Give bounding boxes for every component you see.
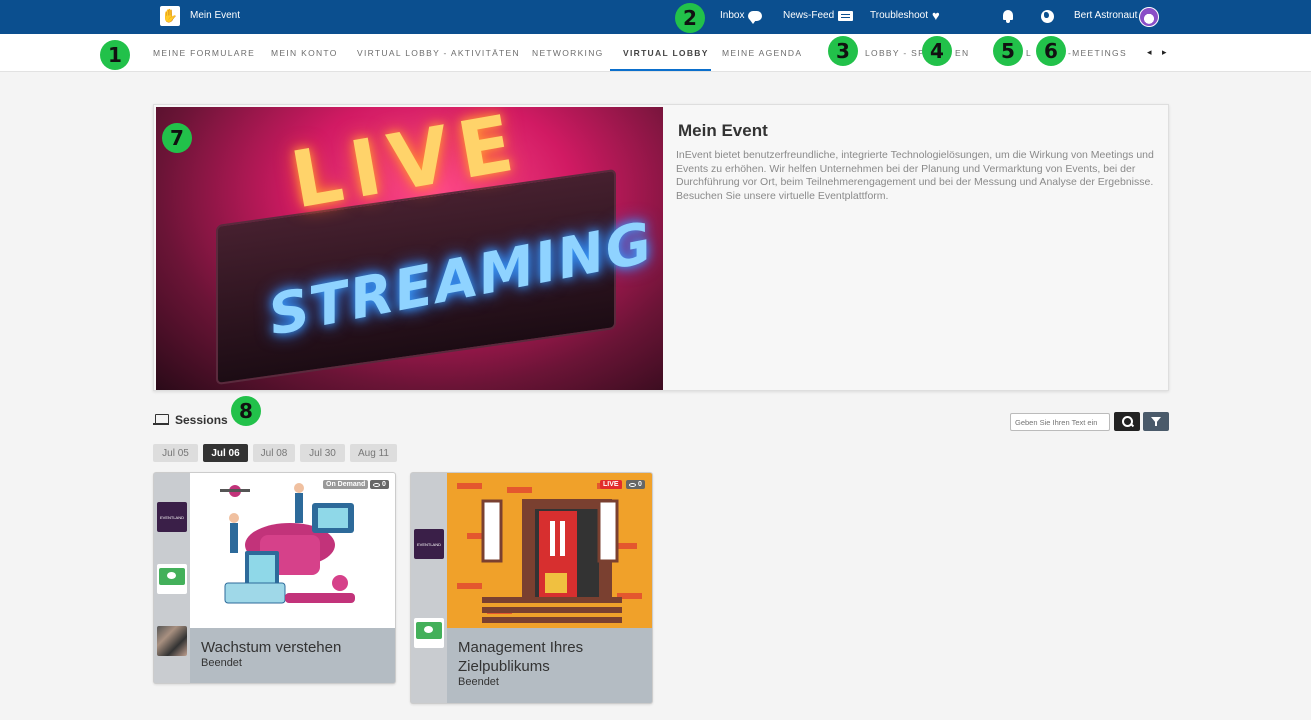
hero-title: Mein Event: [678, 121, 768, 140]
nav-item-virtual-lobby[interactable]: VIRTUAL LOBBY: [623, 48, 709, 58]
troubleshoot-label: Troubleshoot: [870, 10, 928, 21]
sessions-heading: Sessions: [153, 413, 228, 427]
card-sidebar: EVENTLAND: [154, 473, 190, 683]
view-count-badge: 0: [626, 480, 645, 489]
main-nav: MEINE FORMULARE MEIN KONTO VIRTUAL LOBBY…: [0, 34, 1311, 72]
nav-item-l[interactable]: L: [1026, 48, 1032, 58]
inbox-label: Inbox: [720, 10, 745, 21]
bell-icon[interactable]: [1002, 9, 1014, 23]
avatar[interactable]: [1139, 7, 1159, 27]
callout-badge-6: 6: [1036, 36, 1066, 66]
nav-item-en[interactable]: EN: [955, 48, 969, 58]
nav-item-lobby-sp[interactable]: LOBBY - SP: [865, 48, 925, 58]
date-pill-jul-08[interactable]: Jul 08: [253, 444, 295, 462]
callout-badge-2: 2: [675, 3, 705, 33]
card-info: Wachstum verstehen Beendet: [190, 628, 395, 683]
inbox-link[interactable]: Inbox: [720, 10, 763, 24]
laptop-icon: [153, 414, 169, 426]
sessions-title: Sessions: [175, 413, 228, 427]
chat-icon[interactable]: [157, 564, 187, 594]
callout-badge-1: 1: [100, 40, 130, 70]
callout-badge-7: 7: [162, 123, 192, 153]
card-sidebar: EVENTLAND: [411, 473, 447, 703]
newspaper-icon: [838, 10, 854, 21]
event-logo-icon[interactable]: ✋: [160, 6, 180, 26]
nav-scroll-arrows[interactable]: ◂ ▸: [1147, 47, 1171, 58]
session-title[interactable]: Management Ihres Zielpublikums: [458, 638, 641, 676]
session-title[interactable]: Wachstum verstehen: [201, 638, 384, 657]
speaker-photo[interactable]: [157, 626, 187, 656]
session-status: Beendet: [458, 676, 499, 688]
callout-badge-8: 8: [231, 396, 261, 426]
session-status: Beendet: [201, 657, 242, 669]
session-card[interactable]: EVENTLAND LIVE 0 Management Ihres Zielpu…: [410, 472, 653, 704]
session-card[interactable]: EVENTLAND On Demand 0 Wachstum verstehen: [153, 472, 396, 684]
nav-item-meine-formulare[interactable]: MEINE FORMULARE: [153, 48, 255, 58]
date-pill-jul-06[interactable]: Jul 06: [203, 444, 248, 462]
view-count: 0: [638, 481, 642, 488]
event-hero-card: LIVE STREAMING Mein Event InEvent bietet…: [153, 104, 1169, 391]
on-demand-tag: On Demand: [323, 480, 369, 489]
session-thumbnail: [447, 473, 652, 628]
card-info: Management Ihres Zielpublikums Beendet: [447, 628, 652, 703]
search-button[interactable]: [1114, 412, 1140, 431]
view-count: 0: [382, 481, 386, 488]
nav-item-networking[interactable]: NETWORKING: [532, 48, 604, 58]
chat-icon[interactable]: [414, 618, 444, 648]
live-streaming-banner-image: LIVE STREAMING: [156, 107, 663, 390]
active-tab-underline: [610, 69, 711, 71]
eye-icon: [373, 482, 380, 487]
event-name[interactable]: Mein Event: [190, 10, 240, 21]
view-count-badge: 0: [370, 480, 389, 489]
heartbeat-icon: ♥: [932, 7, 940, 23]
nav-item-meetings[interactable]: -MEETINGS: [1068, 48, 1127, 58]
top-bar: ✋ Mein Event Inbox News-Feed Troubleshoo…: [0, 0, 1311, 34]
globe-icon[interactable]: [1041, 10, 1054, 23]
chat-bubble-icon: [748, 10, 763, 24]
eye-icon: [629, 482, 636, 487]
hero-description: InEvent bietet benutzerfreundliche, inte…: [676, 149, 1154, 202]
callout-badge-5: 5: [993, 36, 1023, 66]
session-thumbnail: [190, 473, 395, 628]
nav-item-mein-konto[interactable]: MEIN KONTO: [271, 48, 338, 58]
nav-item-meine-agenda[interactable]: MEINE AGENDA: [722, 48, 802, 58]
date-pill-jul-30[interactable]: Jul 30: [300, 444, 345, 462]
live-tag: LIVE: [600, 480, 622, 489]
callout-badge-3: 3: [828, 36, 858, 66]
callout-badge-4: 4: [922, 36, 952, 66]
user-name[interactable]: Bert Astronaut: [1074, 10, 1137, 21]
date-pill-aug-11[interactable]: Aug 11: [350, 444, 397, 462]
newsfeed-link[interactable]: News-Feed: [783, 10, 854, 21]
session-search-input[interactable]: [1010, 413, 1110, 431]
date-filter: Jul 05 Jul 06 Jul 08 Jul 30 Aug 11: [153, 444, 397, 462]
filter-button[interactable]: [1143, 412, 1169, 431]
sponsor-logo-icon[interactable]: EVENTLAND: [414, 529, 444, 559]
nav-item-virtual-lobby-aktivitaeten[interactable]: VIRTUAL LOBBY - AKTIVITÄTEN: [357, 48, 520, 58]
newsfeed-label: News-Feed: [783, 10, 835, 21]
sponsor-logo-icon[interactable]: EVENTLAND: [157, 502, 187, 532]
date-pill-jul-05[interactable]: Jul 05: [153, 444, 198, 462]
troubleshoot-link[interactable]: Troubleshoot ♥: [870, 7, 940, 23]
